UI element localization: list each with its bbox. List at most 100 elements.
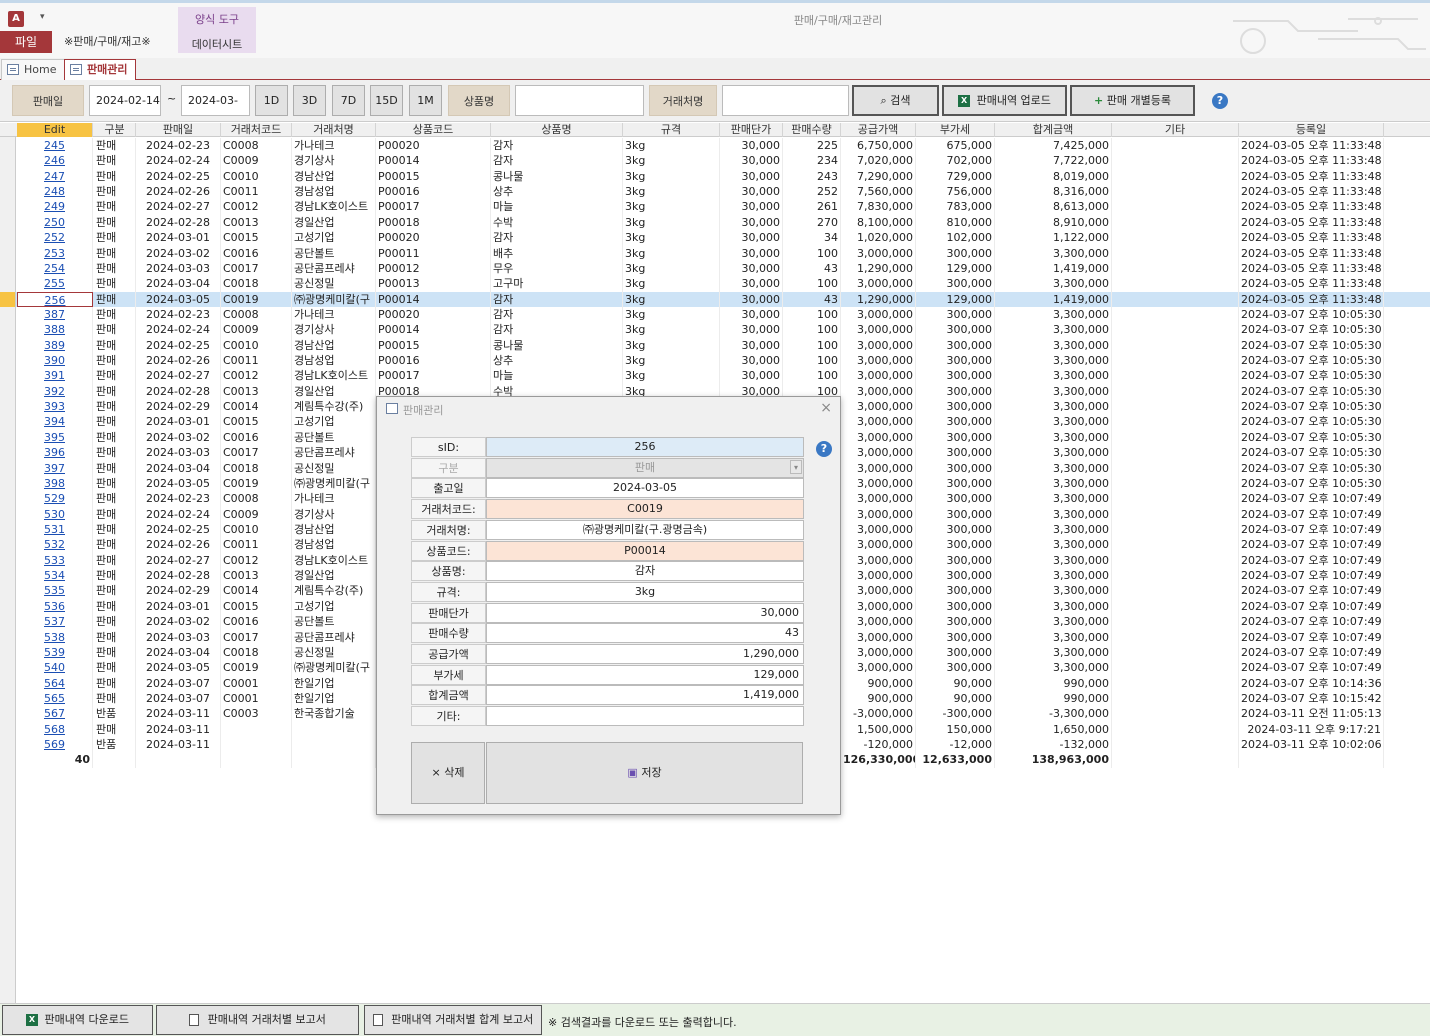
record-selector[interactable]: [0, 552, 16, 569]
column-header[interactable]: 구분: [94, 123, 136, 137]
record-selector[interactable]: [0, 675, 16, 691]
edit-link[interactable]: 534: [17, 568, 93, 584]
table-row[interactable]: 388 판매 2024-02-24 C0009 경기상사 P00014 감자 3kg 30,00…: [0, 322, 1430, 338]
record-selector[interactable]: [0, 276, 16, 292]
edit-link[interactable]: 248: [17, 184, 93, 200]
edit-link[interactable]: 540: [17, 660, 93, 676]
field-input[interactable]: ㈜광명케미칼(구.광명금속): [486, 519, 804, 540]
table-row[interactable]: 253 판매 2024-03-02 C0016 공단볼트 P00011 배추 3kg 30,00…: [0, 245, 1430, 261]
record-selector[interactable]: [0, 153, 16, 169]
record-selector[interactable]: [0, 245, 16, 261]
edit-link[interactable]: 392: [17, 383, 93, 400]
record-selector[interactable]: [0, 184, 16, 200]
table-row[interactable]: 249 판매 2024-02-27 C0012 경남LK호이스트 P00017 마늘 3kg 3…: [0, 199, 1430, 215]
column-header[interactable]: 상품명: [491, 123, 623, 137]
record-selector[interactable]: [0, 660, 16, 676]
help-icon[interactable]: ?: [816, 441, 832, 457]
edit-link[interactable]: 255: [17, 276, 93, 292]
edit-link[interactable]: 252: [17, 230, 93, 246]
table-row[interactable]: 252 판매 2024-03-01 C0015 고성기업 P00020 감자 3kg 30,00…: [0, 230, 1430, 246]
table-row[interactable]: 390 판매 2024-02-26 C0011 경남성업 P00016 상추 3kg 30,00…: [0, 353, 1430, 369]
range-1d-button[interactable]: 1D: [255, 85, 288, 116]
record-selector[interactable]: [0, 214, 16, 231]
field-input[interactable]: C0019: [486, 499, 804, 520]
record-selector[interactable]: [0, 537, 16, 553]
help-icon[interactable]: ?: [1212, 93, 1228, 109]
edit-link[interactable]: 389: [17, 337, 93, 354]
field-input[interactable]: 감자: [486, 561, 804, 582]
edit-link[interactable]: 529: [17, 491, 93, 507]
date-from-input[interactable]: 2024-02-14: [89, 85, 161, 116]
table-row[interactable]: 256 판매 2024-03-05 C0019 ㈜광명케미칼(구 P00014 감자 3kg 3…: [0, 291, 1430, 307]
search-button[interactable]: ⌕ 검색: [852, 85, 939, 116]
record-selector[interactable]: [0, 598, 16, 615]
delete-button[interactable]: × 삭제: [411, 742, 485, 804]
edit-link[interactable]: 536: [17, 598, 93, 615]
record-selector[interactable]: [0, 445, 16, 461]
edit-link[interactable]: 393: [17, 399, 93, 415]
download-button[interactable]: X 판매내역 다운로드: [2, 1005, 153, 1035]
edit-link[interactable]: 249: [17, 199, 93, 215]
datasheet-tab[interactable]: 데이터시트: [178, 36, 256, 52]
column-header[interactable]: 부가세: [916, 123, 995, 137]
record-selector[interactable]: [0, 353, 16, 369]
ribbon-tab-main[interactable]: ※판매/구매/재고※: [64, 31, 151, 53]
record-selector[interactable]: [0, 522, 16, 538]
field-input[interactable]: 1,419,000: [486, 685, 804, 706]
table-row[interactable]: 255 판매 2024-03-04 C0018 공신정밀 P00013 고구마 3kg 30,0…: [0, 276, 1430, 292]
field-input[interactable]: 256: [486, 437, 804, 457]
record-selector[interactable]: [0, 230, 16, 246]
record-selector[interactable]: [0, 414, 16, 430]
edit-link[interactable]: 532: [17, 537, 93, 553]
edit-link[interactable]: 530: [17, 506, 93, 522]
edit-link[interactable]: 539: [17, 644, 93, 661]
column-header[interactable]: Edit: [17, 123, 93, 137]
edit-link[interactable]: 254: [17, 260, 93, 277]
edit-link[interactable]: 538: [17, 629, 93, 645]
tab-sales-management[interactable]: 판매관리: [64, 59, 137, 81]
column-header[interactable]: 상품코드: [376, 123, 491, 137]
file-tab[interactable]: 파일: [0, 31, 52, 53]
edit-link[interactable]: 569: [17, 737, 93, 753]
record-selector[interactable]: [0, 322, 16, 338]
table-row[interactable]: 387 판매 2024-02-23 C0008 가나테크 P00020 감자 3kg 30,00…: [0, 306, 1430, 323]
record-selector[interactable]: [0, 199, 16, 215]
edit-link[interactable]: 390: [17, 353, 93, 369]
edit-link[interactable]: 565: [17, 690, 93, 707]
client-name-input[interactable]: [722, 85, 849, 116]
edit-link[interactable]: 395: [17, 429, 93, 446]
table-row[interactable]: 391 판매 2024-02-27 C0012 경남LK호이스트 P00017 마늘 3kg 3…: [0, 368, 1430, 384]
edit-link[interactable]: 567: [17, 706, 93, 722]
range-7d-button[interactable]: 7D: [332, 85, 365, 116]
field-input[interactable]: 2024-03-05: [486, 478, 804, 499]
record-selector[interactable]: [0, 491, 16, 507]
record-selector[interactable]: [0, 737, 16, 753]
column-header[interactable]: 규격: [623, 123, 720, 137]
column-header[interactable]: 공급가액: [841, 123, 916, 137]
table-row[interactable]: 245 판매 2024-02-23 C0008 가나테크 P00020 감자 3kg 30,00…: [0, 138, 1430, 154]
record-selector[interactable]: [0, 475, 16, 492]
record-selector[interactable]: [0, 629, 16, 645]
range-1m-button[interactable]: 1M: [409, 85, 442, 116]
record-selector[interactable]: [0, 260, 16, 277]
record-selector[interactable]: [0, 168, 16, 185]
table-row[interactable]: 247 판매 2024-02-25 C0010 경남산업 P00015 콩나물 3kg 30,0…: [0, 168, 1430, 185]
field-input[interactable]: 3kg: [486, 581, 804, 602]
tab-home[interactable]: Home: [1, 59, 66, 80]
table-row[interactable]: 250 판매 2024-02-28 C0013 경일산업 P00018 수박 3kg 30,00…: [0, 214, 1430, 231]
record-selector[interactable]: [0, 429, 16, 446]
record-selector[interactable]: [0, 399, 16, 415]
record-selector[interactable]: [0, 337, 16, 354]
column-header[interactable]: 판매일: [136, 123, 221, 137]
edit-link[interactable]: 391: [17, 368, 93, 384]
field-input[interactable]: 30,000: [486, 602, 804, 623]
column-header[interactable]: 거래처코드: [221, 123, 292, 137]
table-row[interactable]: 254 판매 2024-03-03 C0017 공단콤프레샤 P00012 무우 3kg 30,…: [0, 260, 1430, 277]
column-header[interactable]: 합계금액: [995, 123, 1112, 137]
table-row[interactable]: 248 판매 2024-02-26 C0011 경남성업 P00016 상추 3kg 30,00…: [0, 184, 1430, 200]
table-row[interactable]: 246 판매 2024-02-24 C0009 경기상사 P00014 감자 3kg 30,00…: [0, 153, 1430, 169]
record-selector[interactable]: [0, 706, 16, 722]
edit-link[interactable]: 568: [17, 721, 93, 738]
edit-link[interactable]: 398: [17, 475, 93, 492]
close-icon[interactable]: ×: [820, 400, 832, 416]
